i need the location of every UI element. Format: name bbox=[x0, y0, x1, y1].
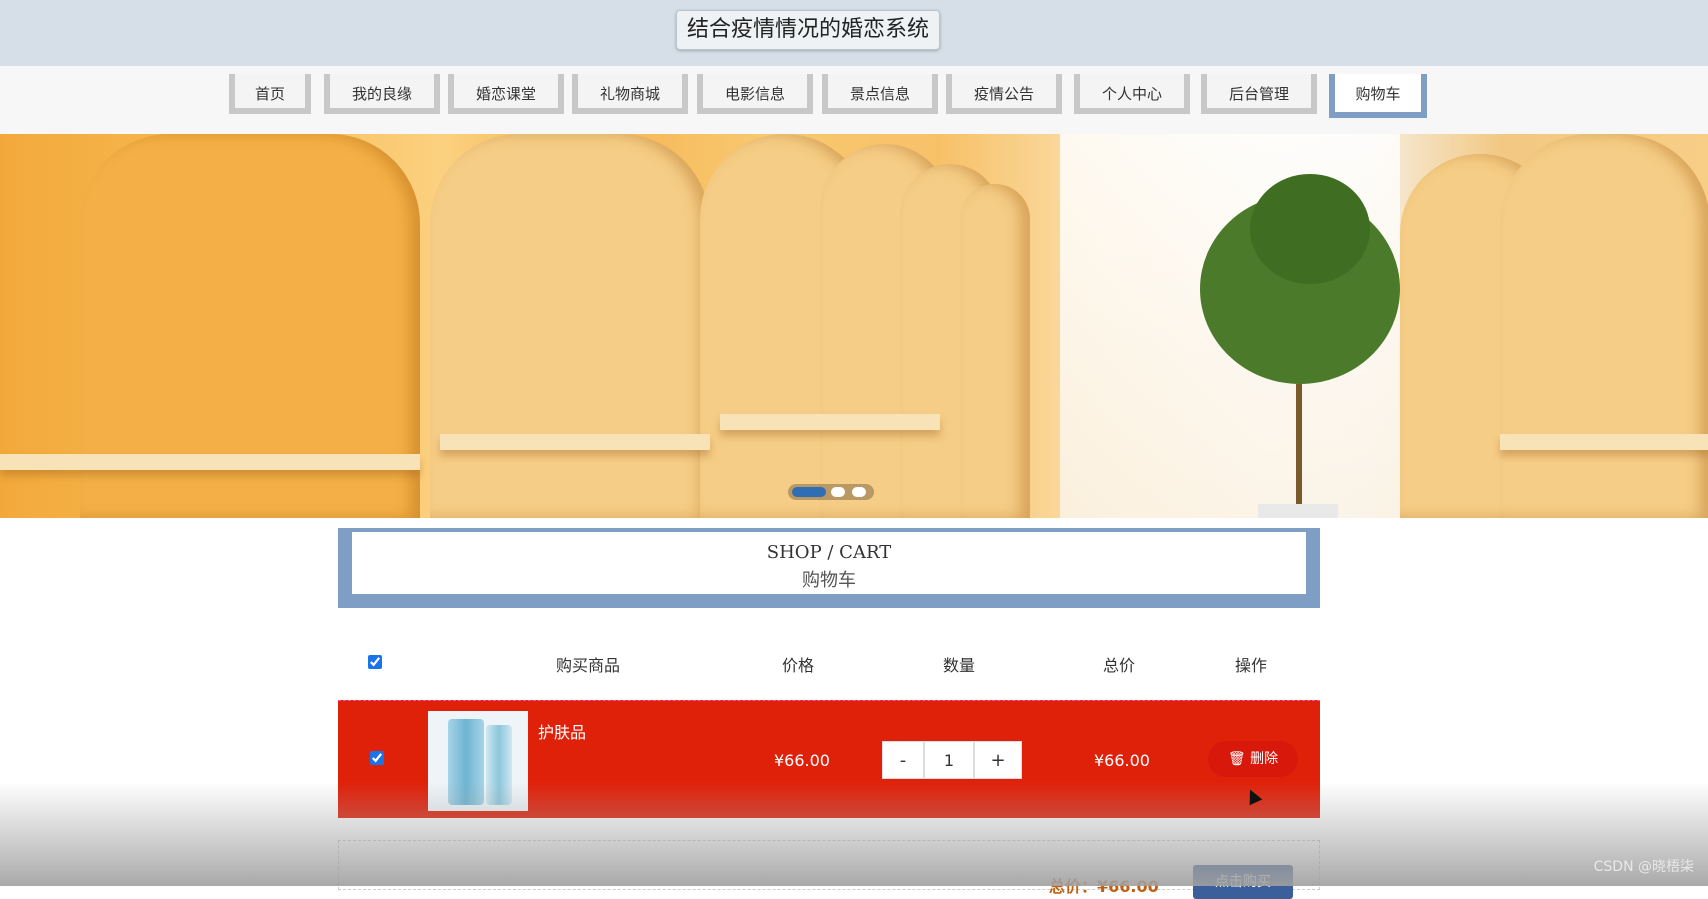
trash-icon: 🗑 bbox=[1227, 751, 1246, 767]
banner-plant-trunk bbox=[1296, 384, 1302, 518]
nav-personal-center[interactable]: 个人中心 bbox=[1074, 74, 1190, 114]
select-all-cell bbox=[368, 654, 382, 673]
nav-label: 疫情公告 bbox=[973, 85, 1034, 103]
col-actions: 操作 bbox=[1234, 656, 1267, 675]
banner-desk bbox=[1500, 434, 1708, 450]
nav-attraction-info[interactable]: 景点信息 bbox=[822, 74, 938, 114]
carousel-dot[interactable] bbox=[831, 487, 845, 497]
section-title-en: SHOP / CART bbox=[766, 542, 892, 563]
main-nav: 首页 我的良缘 婚恋课堂 礼物商城 电影信息 景点信息 疫情公告 个人中心 后台… bbox=[0, 66, 1708, 134]
page-fade-overlay bbox=[0, 782, 1708, 886]
increase-quantity-button[interactable]: + bbox=[974, 741, 1022, 779]
nav-home[interactable]: 首页 bbox=[229, 74, 311, 114]
banner-desk bbox=[720, 414, 940, 430]
top-header: 结合疫情情况的婚恋系统 bbox=[0, 0, 1708, 66]
nav-label: 电影信息 bbox=[724, 85, 785, 103]
item-price: ¥66.00 bbox=[774, 751, 830, 770]
nav-label: 礼物商城 bbox=[599, 85, 660, 103]
banner-partition bbox=[430, 134, 710, 518]
nav-label: 首页 bbox=[254, 85, 285, 103]
decrease-quantity-button[interactable]: - bbox=[882, 741, 924, 779]
banner-partition bbox=[1500, 134, 1708, 518]
nav-label: 后台管理 bbox=[1228, 85, 1289, 103]
product-name[interactable]: 护肤品 bbox=[538, 719, 586, 743]
nav-admin[interactable]: 后台管理 bbox=[1201, 74, 1317, 114]
section-header: SHOP / CART 购物车 bbox=[338, 528, 1320, 608]
select-all-checkbox[interactable] bbox=[368, 655, 382, 669]
section-title-zh: 购物车 bbox=[802, 570, 856, 591]
col-total: 总价 bbox=[1102, 656, 1135, 675]
banner-desk bbox=[440, 434, 710, 450]
nav-label: 购物车 bbox=[1355, 85, 1401, 103]
item-checkbox[interactable] bbox=[370, 751, 384, 765]
site-title: 结合疫情情况的婚恋系统 bbox=[676, 10, 941, 50]
banner-plant-pot bbox=[1258, 504, 1338, 518]
nav-cart[interactable]: 购物车 bbox=[1329, 74, 1427, 118]
watermark: CSDN @晓梧柒 bbox=[1593, 859, 1694, 875]
banner-partition bbox=[960, 184, 1030, 518]
nav-gift-shop[interactable]: 礼物商城 bbox=[572, 74, 688, 114]
delete-label: 删除 bbox=[1250, 751, 1279, 767]
banner-plant-foliage bbox=[1250, 174, 1370, 284]
quantity-field[interactable]: 1 bbox=[924, 741, 974, 779]
hero-banner bbox=[0, 134, 1708, 518]
col-price: 价格 bbox=[781, 656, 814, 675]
nav-label: 婚恋课堂 bbox=[475, 85, 536, 103]
carousel-indicator bbox=[788, 484, 874, 500]
item-total: ¥66.00 bbox=[1094, 751, 1150, 770]
banner-desk bbox=[0, 454, 420, 470]
nav-label: 个人中心 bbox=[1101, 85, 1162, 103]
nav-epidemic-notice[interactable]: 疫情公告 bbox=[946, 74, 1062, 114]
nav-label: 我的良缘 bbox=[351, 85, 412, 103]
nav-dating-class[interactable]: 婚恋课堂 bbox=[448, 74, 564, 114]
carousel-dot-active[interactable] bbox=[792, 487, 826, 497]
nav-label: 景点信息 bbox=[849, 85, 910, 103]
col-quantity: 数量 bbox=[942, 656, 975, 675]
delete-button[interactable]: 🗑 删除 bbox=[1208, 741, 1298, 777]
nav-movie-info[interactable]: 电影信息 bbox=[697, 74, 813, 114]
carousel-dot[interactable] bbox=[852, 487, 866, 497]
nav-my-match[interactable]: 我的良缘 bbox=[324, 74, 440, 114]
col-product: 购买商品 bbox=[555, 656, 620, 675]
cart-table-header: 购买商品 价格 数量 总价 操作 bbox=[338, 640, 1320, 680]
